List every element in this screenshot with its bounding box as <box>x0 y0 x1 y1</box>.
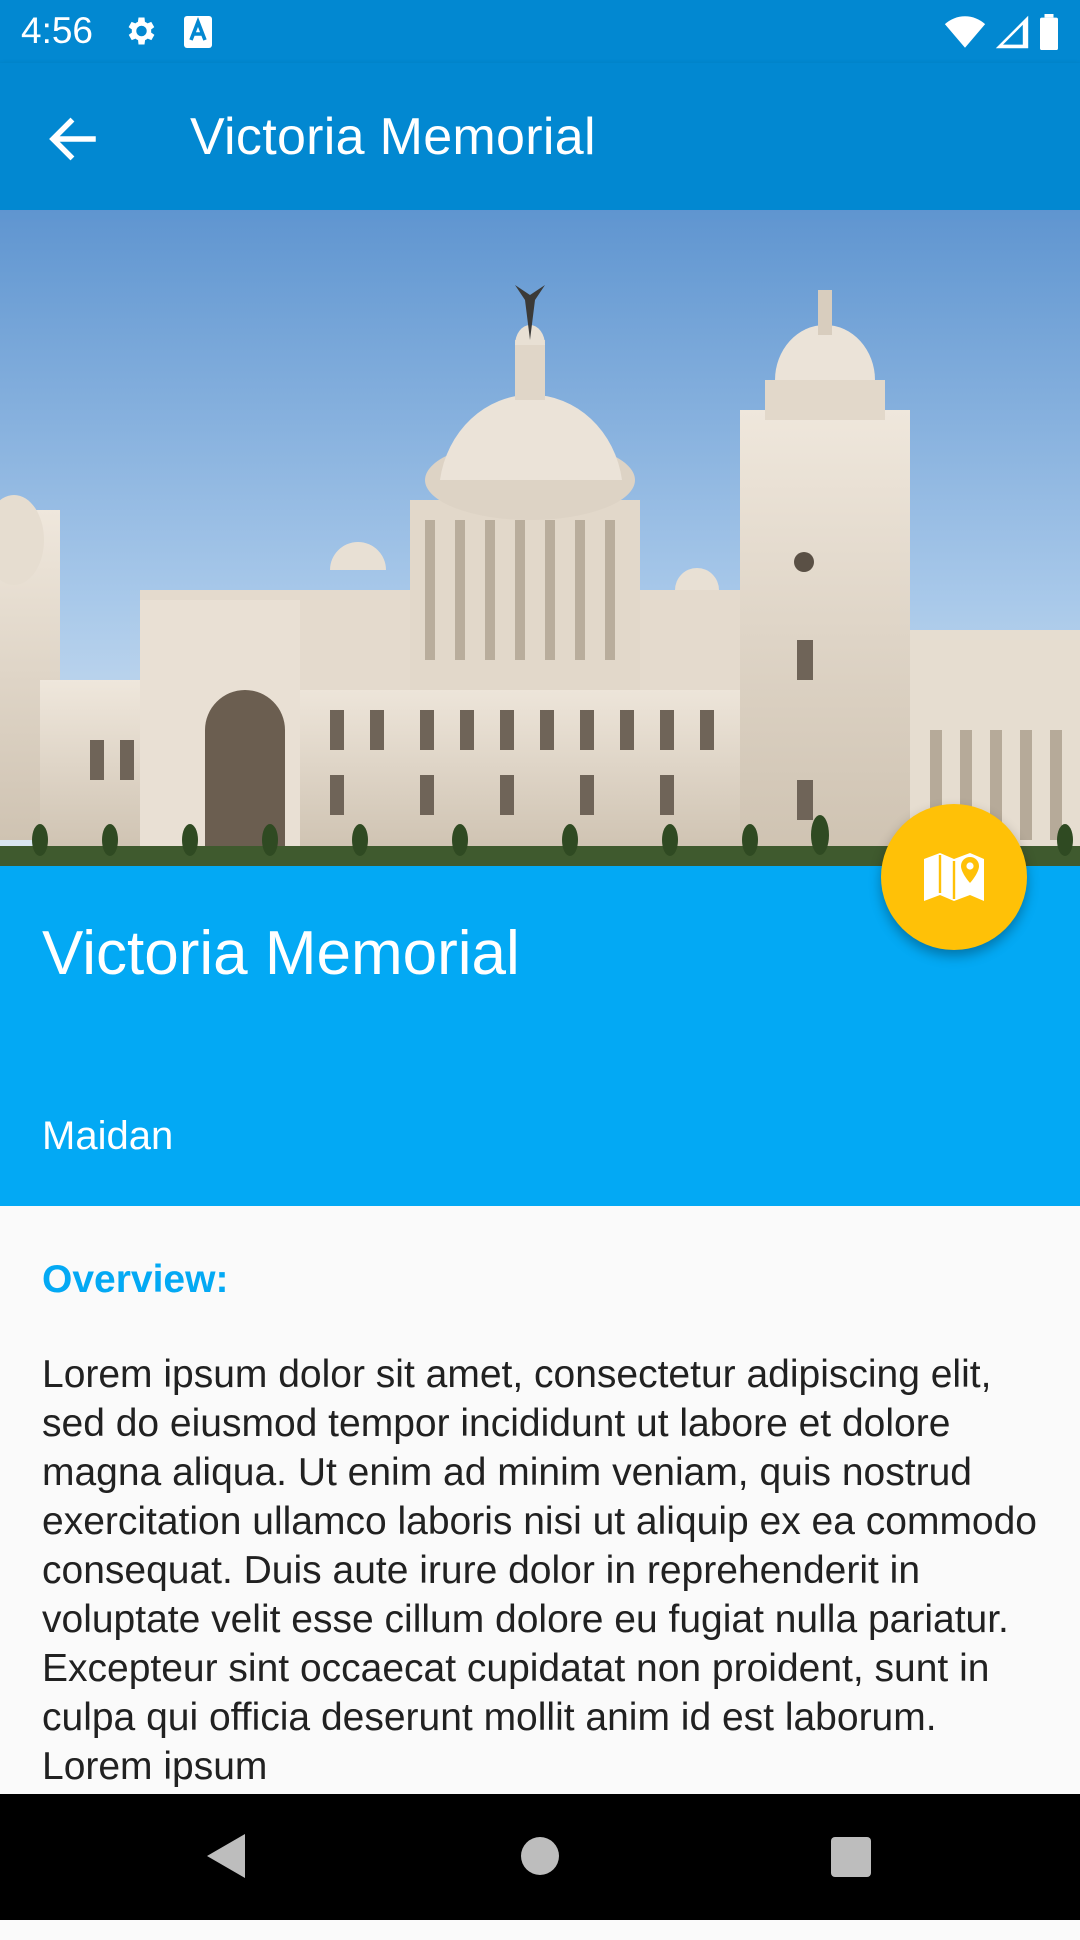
place-title: Victoria Memorial <box>42 919 520 988</box>
map-button[interactable] <box>881 804 1027 950</box>
gear-icon <box>128 17 155 45</box>
home-circle-icon[interactable] <box>520 1832 560 1880</box>
hero-image <box>0 210 1080 866</box>
app-bar-title: Victoria Memorial <box>190 108 596 166</box>
back-triangle-icon[interactable] <box>205 1832 247 1880</box>
signal-icon <box>995 15 1029 49</box>
place-area: Maidan <box>42 1114 174 1158</box>
arrow-left-icon[interactable] <box>40 109 106 169</box>
font-a-icon <box>184 16 212 48</box>
status-icons <box>944 12 1060 52</box>
battery-icon <box>1040 14 1058 50</box>
wifi-icon <box>944 16 986 48</box>
navigation-bar <box>0 1794 1080 1920</box>
recents-square-icon[interactable] <box>830 1832 872 1880</box>
map-icon <box>924 853 984 901</box>
status-time: 4:56 <box>21 10 94 51</box>
victoria-memorial-photo <box>0 210 1080 866</box>
app-bar: Victoria Memorial <box>0 63 1080 210</box>
overview-label: Overview: <box>42 1258 229 1301</box>
status-bar: 4:56 <box>0 0 1080 63</box>
